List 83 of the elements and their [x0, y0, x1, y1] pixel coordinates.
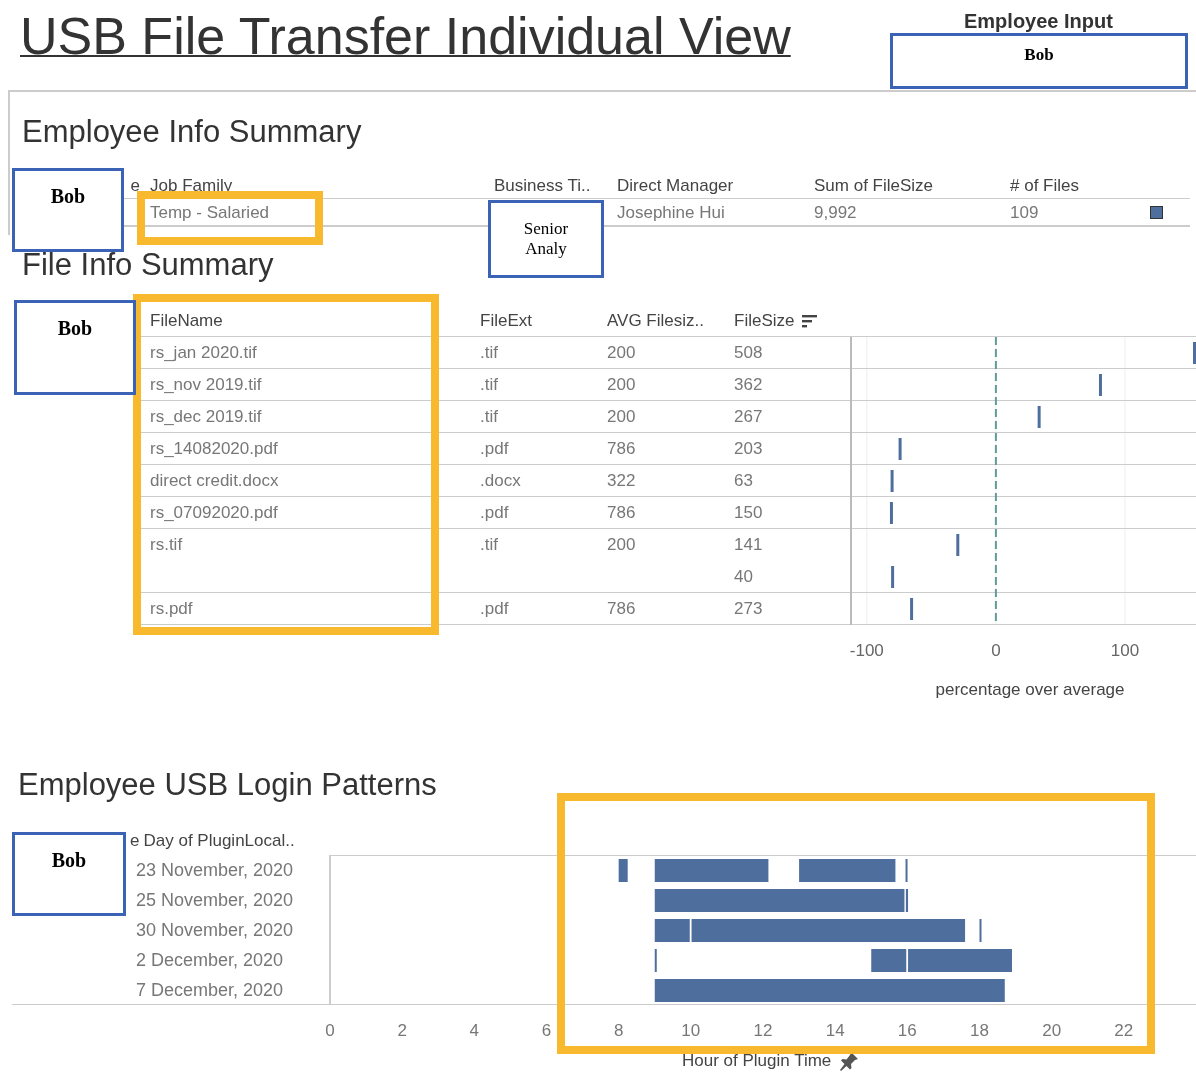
table-cell-text: 267 [733, 406, 763, 428]
table-cell-text: rs.pdf [149, 598, 193, 620]
axis-title: Hour of Plugin Time [682, 1050, 832, 1072]
table-cell-text: 40 [733, 566, 753, 588]
dashboard-title: USB File Transfer Individual View [19, 6, 791, 62]
tick-label: 100 [1110, 641, 1140, 660]
table-cell: Temp - Salaried [150, 203, 270, 222]
table-cell: Josephine Hui [617, 203, 725, 222]
column-header: FileSize [734, 309, 795, 332]
section-title: Employee USB Login Patterns [18, 767, 437, 802]
redaction-box: Bob [890, 33, 1188, 89]
table-cell-text: rs.tif [149, 534, 183, 556]
table-cell-text: 141 [733, 534, 763, 556]
tick-label: 0 [991, 641, 1001, 660]
table-cell-text: 63 [733, 470, 753, 492]
table-cell-text: rs_14082020.pdf [149, 438, 278, 460]
table-cell-text: 273 [733, 598, 763, 620]
table-cell-text: 203 [733, 438, 763, 460]
table-cell-text: 508 [733, 342, 763, 364]
redaction-box: Bob [14, 300, 136, 395]
redaction-box: Bob [12, 168, 124, 252]
column-header: Business Ti.. [494, 176, 591, 195]
table-cell-text: direct credit.docx [149, 470, 279, 492]
table-cell-text: 786 [606, 502, 636, 524]
tick-label: -100 [850, 641, 884, 660]
column-header: Direct Manager [617, 176, 734, 195]
column-header: e [130, 830, 140, 852]
tick-label: 4 [469, 1021, 480, 1040]
table-cell-text: 150 [733, 502, 763, 524]
tick-label: 6 [541, 1021, 552, 1040]
row-label: 2 December, 2020 [136, 950, 284, 970]
tick-label: 8 [613, 1021, 624, 1040]
table-cell-text: .pdf [479, 598, 509, 620]
table-cell-text: 200 [606, 406, 636, 428]
table-cell-text: 786 [606, 438, 636, 460]
table-cell-text: rs_07092020.pdf [149, 502, 278, 524]
table-cell-text: .pdf [479, 502, 509, 524]
column-header: Job Family [150, 176, 233, 195]
table-cell-text: 322 [606, 470, 636, 492]
tick-label: 10 [681, 1021, 701, 1040]
table-cell-text: 362 [733, 374, 763, 396]
table-cell-text: 200 [606, 374, 636, 396]
redaction-box: Senior Analy [488, 200, 604, 278]
redaction-box: Bob [12, 832, 126, 916]
pin-icon [839, 1051, 860, 1071]
sort-icon [802, 313, 819, 328]
axis-title: percentage over average [935, 680, 1125, 699]
row-label: 7 December, 2020 [136, 980, 284, 1000]
table-cell-text: .pdf [479, 438, 509, 460]
column-header: FileName [150, 309, 223, 332]
row-label: 23 November, 2020 [136, 860, 294, 880]
table-cell-text: .tif [479, 374, 498, 396]
table-cell-text: 786 [606, 598, 636, 620]
table-cell-text: .tif [479, 342, 498, 364]
tick-label: 16 [897, 1021, 917, 1040]
tick-label: 20 [1042, 1021, 1062, 1040]
field-label: Employee Input [964, 10, 1113, 32]
row-label: 30 November, 2020 [136, 920, 294, 940]
table-cell-text: .docx [479, 470, 521, 492]
table-cell: 9,992 [814, 203, 857, 222]
tick-label: 2 [397, 1021, 407, 1040]
column-header: # of Files [1010, 176, 1079, 195]
table-cell-text: .tif [479, 534, 498, 556]
column-header: Day of PluginLocal.. [143, 830, 295, 852]
row-label: 25 November, 2020 [136, 890, 294, 910]
column-header: e [130, 176, 140, 195]
table-cell-text: rs_jan 2020.tif [149, 342, 257, 364]
table-cell-text: 200 [606, 342, 636, 364]
section-title: Employee Info Summary [22, 114, 362, 149]
table-cell-text: 200 [606, 534, 636, 556]
table-cell-text: rs_dec 2019.tif [149, 406, 262, 428]
tick-label: 0 [325, 1021, 335, 1040]
tick-label: 14 [825, 1021, 845, 1040]
legend-square-icon [1150, 206, 1163, 219]
table-cell-text: .tif [479, 406, 498, 428]
tick-label: 18 [970, 1021, 989, 1040]
tick-label: 12 [753, 1021, 773, 1040]
table-cell-text: rs_nov 2019.tif [149, 374, 262, 396]
column-header: FileExt [480, 309, 532, 332]
table-cell: 109 [1010, 203, 1039, 222]
tick-label: 22 [1114, 1021, 1134, 1040]
column-header: AVG Filesiz.. [607, 309, 704, 332]
column-header: Sum of FileSize [814, 176, 934, 195]
